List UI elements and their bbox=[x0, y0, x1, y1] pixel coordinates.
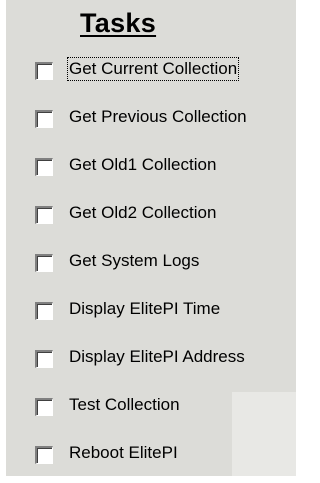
get-old1-collection-checkbox[interactable] bbox=[35, 158, 53, 176]
task-label[interactable]: Test Collection bbox=[68, 394, 181, 416]
task-label[interactable]: Get Old1 Collection bbox=[68, 154, 217, 176]
task-reboot-elitepi[interactable]: Reboot ElitePI bbox=[6, 433, 296, 481]
task-test-collection[interactable]: Test Collection bbox=[6, 385, 296, 433]
task-get-previous-collection[interactable]: Get Previous Collection bbox=[6, 97, 296, 145]
task-label[interactable]: Get Current Collection bbox=[66, 57, 240, 81]
task-get-system-logs[interactable]: Get System Logs bbox=[6, 241, 296, 289]
task-label[interactable]: Display ElitePI Address bbox=[68, 346, 246, 368]
task-label[interactable]: Display ElitePI Time bbox=[68, 298, 221, 320]
get-system-logs-checkbox[interactable] bbox=[35, 254, 53, 272]
task-get-old1-collection[interactable]: Get Old1 Collection bbox=[6, 145, 296, 193]
task-get-current-collection[interactable]: Get Current Collection bbox=[6, 49, 296, 97]
display-elitepi-time-checkbox[interactable] bbox=[35, 302, 53, 320]
tasks-title: Tasks bbox=[80, 8, 157, 38]
task-get-old2-collection[interactable]: Get Old2 Collection bbox=[6, 193, 296, 241]
test-collection-checkbox[interactable] bbox=[35, 398, 53, 416]
display-elitepi-address-checkbox[interactable] bbox=[35, 350, 53, 368]
task-label[interactable]: Get Old2 Collection bbox=[68, 202, 217, 224]
task-label[interactable]: Get System Logs bbox=[68, 250, 200, 272]
get-old2-collection-checkbox[interactable] bbox=[35, 206, 53, 224]
get-previous-collection-checkbox[interactable] bbox=[35, 110, 53, 128]
reboot-elitepi-checkbox[interactable] bbox=[35, 446, 53, 464]
tasks-panel: Tasks Get Current Collection Get Previou… bbox=[6, 0, 296, 476]
task-list: Get Current Collection Get Previous Coll… bbox=[6, 49, 296, 481]
task-display-elitepi-address[interactable]: Display ElitePI Address bbox=[6, 337, 296, 385]
get-current-collection-checkbox[interactable] bbox=[35, 62, 53, 80]
task-label[interactable]: Reboot ElitePI bbox=[68, 442, 179, 464]
task-display-elitepi-time[interactable]: Display ElitePI Time bbox=[6, 289, 296, 337]
task-label[interactable]: Get Previous Collection bbox=[68, 106, 248, 128]
